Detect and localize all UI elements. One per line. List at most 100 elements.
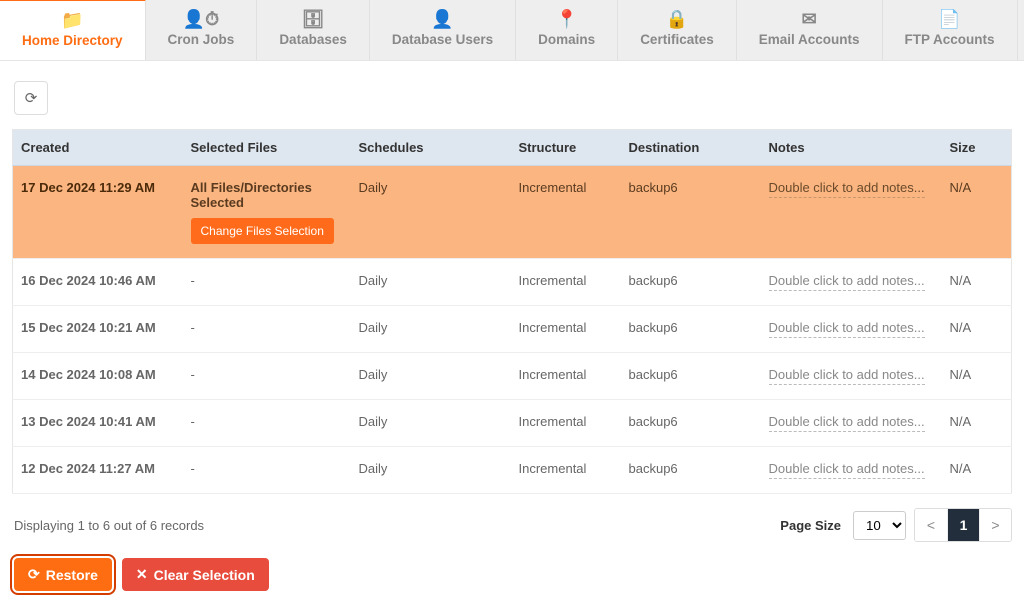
cell-destination: backup6	[621, 447, 761, 494]
cell-size: N/A	[942, 353, 1012, 400]
email-accounts-icon: ✉	[759, 10, 860, 28]
tab-certificates[interactable]: 🔒 Certificates	[618, 0, 737, 60]
records-summary: Displaying 1 to 6 out of 6 records	[12, 518, 204, 533]
tab-label: Certificates	[640, 32, 714, 47]
refresh-icon: ⟳	[25, 89, 38, 107]
tab-label: Home Directory	[22, 33, 123, 48]
cell-selected-files: All Files/Directories Selected Change Fil…	[183, 166, 351, 259]
col-size[interactable]: Size	[942, 130, 1012, 166]
table-row[interactable]: 16 Dec 2024 10:46 AM-DailyIncrementalbac…	[13, 259, 1012, 306]
cell-size: N/A	[942, 259, 1012, 306]
cell-notes[interactable]: Double click to add notes...	[761, 400, 942, 447]
cell-schedules: Daily	[351, 447, 511, 494]
notes-placeholder: Double click to add notes...	[769, 414, 925, 432]
close-icon: ✕	[136, 566, 148, 583]
cell-size: N/A	[942, 306, 1012, 353]
tab-databases[interactable]: 🗄 Databases	[257, 0, 370, 60]
cell-structure: Incremental	[511, 259, 621, 306]
table-row[interactable]: 14 Dec 2024 10:08 AM-DailyIncrementalbac…	[13, 353, 1012, 400]
cell-notes[interactable]: Double click to add notes...	[761, 353, 942, 400]
clear-label: Clear Selection	[154, 567, 255, 583]
table-row[interactable]: 15 Dec 2024 10:21 AM-DailyIncrementalbac…	[13, 306, 1012, 353]
database-users-icon: 👤	[392, 10, 493, 28]
cell-selected-files: -	[183, 447, 351, 494]
col-structure[interactable]: Structure	[511, 130, 621, 166]
cell-size: N/A	[942, 400, 1012, 447]
tab-home-directory[interactable]: 📁 Home Directory	[0, 0, 146, 60]
databases-icon: 🗄	[279, 10, 347, 28]
cell-destination: backup6	[621, 259, 761, 306]
cell-notes[interactable]: Double click to add notes...	[761, 166, 942, 259]
notes-placeholder: Double click to add notes...	[769, 461, 925, 479]
col-schedules[interactable]: Schedules	[351, 130, 511, 166]
tab-label: Database Users	[392, 32, 493, 47]
notes-placeholder: Double click to add notes...	[769, 180, 925, 198]
cell-notes[interactable]: Double click to add notes...	[761, 306, 942, 353]
cell-notes[interactable]: Double click to add notes...	[761, 447, 942, 494]
table-row[interactable]: 13 Dec 2024 10:41 AM-DailyIncrementalbac…	[13, 400, 1012, 447]
tab-cron-jobs[interactable]: 👤⏱ Cron Jobs	[146, 0, 258, 60]
cell-structure: Incremental	[511, 166, 621, 259]
tab-label: Databases	[279, 32, 347, 47]
cell-schedules: Daily	[351, 353, 511, 400]
clear-selection-button[interactable]: ✕ Clear Selection	[122, 558, 269, 591]
notes-placeholder: Double click to add notes...	[769, 273, 925, 291]
tab-database-users[interactable]: 👤 Database Users	[370, 0, 516, 60]
page-size-select[interactable]: 10	[853, 511, 906, 540]
pager: < 1 >	[914, 508, 1012, 542]
cell-structure: Incremental	[511, 447, 621, 494]
col-created[interactable]: Created	[13, 130, 183, 166]
col-notes[interactable]: Notes	[761, 130, 942, 166]
cell-schedules: Daily	[351, 166, 511, 259]
files-selected-text: All Files/Directories Selected	[191, 180, 343, 210]
cell-selected-files: -	[183, 353, 351, 400]
cell-selected-files: -	[183, 400, 351, 447]
home-directory-icon: 📁	[22, 11, 123, 29]
cell-created: 17 Dec 2024 11:29 AM	[13, 166, 183, 259]
refresh-button[interactable]: ⟳	[14, 81, 48, 115]
col-destination[interactable]: Destination	[621, 130, 761, 166]
cell-created: 13 Dec 2024 10:41 AM	[13, 400, 183, 447]
pager-prev[interactable]: <	[915, 509, 947, 541]
cell-schedules: Daily	[351, 259, 511, 306]
tab-domains[interactable]: 📍Domains	[516, 0, 618, 60]
cron-jobs-icon: 👤⏱	[168, 10, 235, 28]
cell-schedules: Daily	[351, 306, 511, 353]
cell-structure: Incremental	[511, 353, 621, 400]
cell-destination: backup6	[621, 166, 761, 259]
cell-selected-files: -	[183, 306, 351, 353]
tab-bar: 📁 Home Directory 👤⏱ Cron Jobs 🗄 Databases 👤 Dat…	[0, 0, 1024, 61]
restore-button[interactable]: ⟳ Restore	[14, 558, 112, 591]
table-row[interactable]: 17 Dec 2024 11:29 AMAll Files/Directorie…	[13, 166, 1012, 259]
certificates-icon: 🔒	[640, 10, 714, 28]
tab-email-accounts[interactable]: ✉ Email Accounts	[737, 0, 883, 60]
cell-created: 16 Dec 2024 10:46 AM	[13, 259, 183, 306]
pager-next[interactable]: >	[979, 509, 1011, 541]
backups-table: Created Selected Files Schedules Structu…	[12, 129, 1012, 494]
restore-icon: ⟳	[28, 566, 40, 583]
cell-structure: Incremental	[511, 400, 621, 447]
cell-notes[interactable]: Double click to add notes...	[761, 259, 942, 306]
notes-placeholder: Double click to add notes...	[769, 367, 925, 385]
ftp-accounts-icon: 📄	[905, 10, 995, 28]
pager-current[interactable]: 1	[947, 509, 979, 541]
domains-icon: 📍	[538, 10, 595, 28]
tab-label: Cron Jobs	[168, 32, 235, 47]
cell-created: 15 Dec 2024 10:21 AM	[13, 306, 183, 353]
restore-label: Restore	[46, 567, 98, 583]
tab-label: Email Accounts	[759, 32, 860, 47]
cell-selected-files: -	[183, 259, 351, 306]
cell-size: N/A	[942, 166, 1012, 259]
cell-destination: backup6	[621, 306, 761, 353]
col-selected-files[interactable]: Selected Files	[183, 130, 351, 166]
page-size-label: Page Size	[780, 518, 841, 533]
cell-structure: Incremental	[511, 306, 621, 353]
cell-created: 14 Dec 2024 10:08 AM	[13, 353, 183, 400]
cell-destination: backup6	[621, 353, 761, 400]
cell-schedules: Daily	[351, 400, 511, 447]
change-files-button[interactable]: Change Files Selection	[191, 218, 334, 244]
tab-label: FTP Accounts	[905, 32, 995, 47]
cell-size: N/A	[942, 447, 1012, 494]
table-row[interactable]: 12 Dec 2024 11:27 AM-DailyIncrementalbac…	[13, 447, 1012, 494]
tab-ftp-accounts[interactable]: 📄 FTP Accounts	[883, 0, 1018, 60]
